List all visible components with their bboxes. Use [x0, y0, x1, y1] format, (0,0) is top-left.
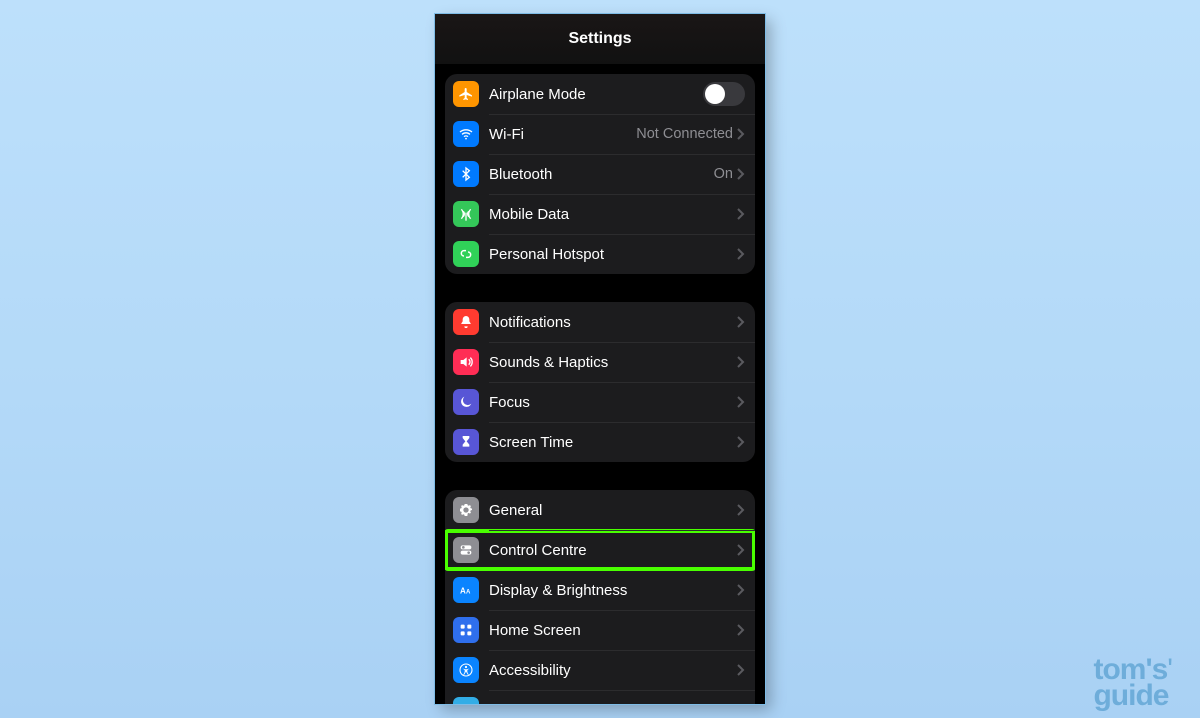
svg-text:A: A: [460, 586, 466, 595]
bluetooth-icon: [453, 161, 479, 187]
svg-text:A: A: [466, 589, 471, 595]
wifi-icon: [453, 121, 479, 147]
chevron-right-icon: [737, 128, 745, 140]
sliders-icon: [453, 537, 479, 563]
row-label: Sounds & Haptics: [489, 354, 737, 371]
gear-icon: [453, 497, 479, 523]
row-value: On: [714, 166, 733, 182]
chevron-right-icon: [737, 248, 745, 260]
chevron-right-icon: [737, 168, 745, 180]
hourglass-icon: [453, 429, 479, 455]
row-label: Home Screen: [489, 622, 737, 639]
settings-group-notifications: Notifications Sounds & Haptics Focus: [445, 302, 755, 462]
text-aa-icon: AA: [453, 577, 479, 603]
airplane-icon: [453, 81, 479, 107]
chevron-right-icon: [737, 208, 745, 220]
row-airplane-mode[interactable]: Airplane Mode: [445, 74, 755, 114]
row-label: Wi-Fi: [489, 126, 636, 143]
row-label: Wallpaper: [489, 702, 737, 705]
row-label: Notifications: [489, 314, 737, 331]
row-general[interactable]: General: [445, 490, 755, 530]
phone-screenshot: Settings Airplane Mode Wi-Fi Not Connect…: [435, 14, 765, 704]
row-accessibility[interactable]: Accessibility: [445, 650, 755, 690]
row-label: Display & Brightness: [489, 582, 737, 599]
flower-icon: [453, 697, 479, 704]
settings-group-system: General Control Centre AA Display & Brig…: [445, 490, 755, 704]
row-display-brightness[interactable]: AA Display & Brightness: [445, 570, 755, 610]
row-label: Control Centre: [489, 542, 737, 559]
chevron-right-icon: [737, 504, 745, 516]
chevron-right-icon: [737, 316, 745, 328]
bell-icon: [453, 309, 479, 335]
row-label: General: [489, 502, 737, 519]
settings-group-connectivity: Airplane Mode Wi-Fi Not Connected Blueto…: [445, 74, 755, 274]
chevron-right-icon: [737, 436, 745, 448]
chevron-right-icon: [737, 584, 745, 596]
chevron-right-icon: [737, 396, 745, 408]
chevron-right-icon: [737, 624, 745, 636]
link-icon: [453, 241, 479, 267]
chevron-right-icon: [737, 664, 745, 676]
row-label: Personal Hotspot: [489, 246, 737, 263]
row-mobile-data[interactable]: Mobile Data: [445, 194, 755, 234]
row-home-screen[interactable]: Home Screen: [445, 610, 755, 650]
row-sounds-haptics[interactable]: Sounds & Haptics: [445, 342, 755, 382]
settings-scroll[interactable]: Airplane Mode Wi-Fi Not Connected Blueto…: [435, 64, 765, 704]
row-screen-time[interactable]: Screen Time: [445, 422, 755, 462]
row-label: Bluetooth: [489, 166, 714, 183]
speaker-icon: [453, 349, 479, 375]
row-label: Mobile Data: [489, 206, 737, 223]
row-label: Screen Time: [489, 434, 737, 451]
row-value: Not Connected: [636, 126, 733, 142]
antenna-icon: [453, 201, 479, 227]
navbar: Settings: [435, 14, 765, 65]
row-wifi[interactable]: Wi-Fi Not Connected: [445, 114, 755, 154]
row-control-centre[interactable]: Control Centre: [445, 530, 755, 570]
row-focus[interactable]: Focus: [445, 382, 755, 422]
row-label: Accessibility: [489, 662, 737, 679]
row-personal-hotspot[interactable]: Personal Hotspot: [445, 234, 755, 274]
page-title: Settings: [568, 30, 631, 48]
chevron-right-icon: [737, 544, 745, 556]
grid-icon: [453, 617, 479, 643]
row-bluetooth[interactable]: Bluetooth On: [445, 154, 755, 194]
airplane-toggle[interactable]: [703, 82, 745, 106]
person-icon: [453, 657, 479, 683]
moon-icon: [453, 389, 479, 415]
row-wallpaper[interactable]: Wallpaper: [445, 690, 755, 704]
row-label: Airplane Mode: [489, 86, 703, 103]
row-label: Focus: [489, 394, 737, 411]
chevron-right-icon: [737, 356, 745, 368]
watermark-logo: tom's'tom's guide: [1093, 657, 1172, 708]
row-notifications[interactable]: Notifications: [445, 302, 755, 342]
